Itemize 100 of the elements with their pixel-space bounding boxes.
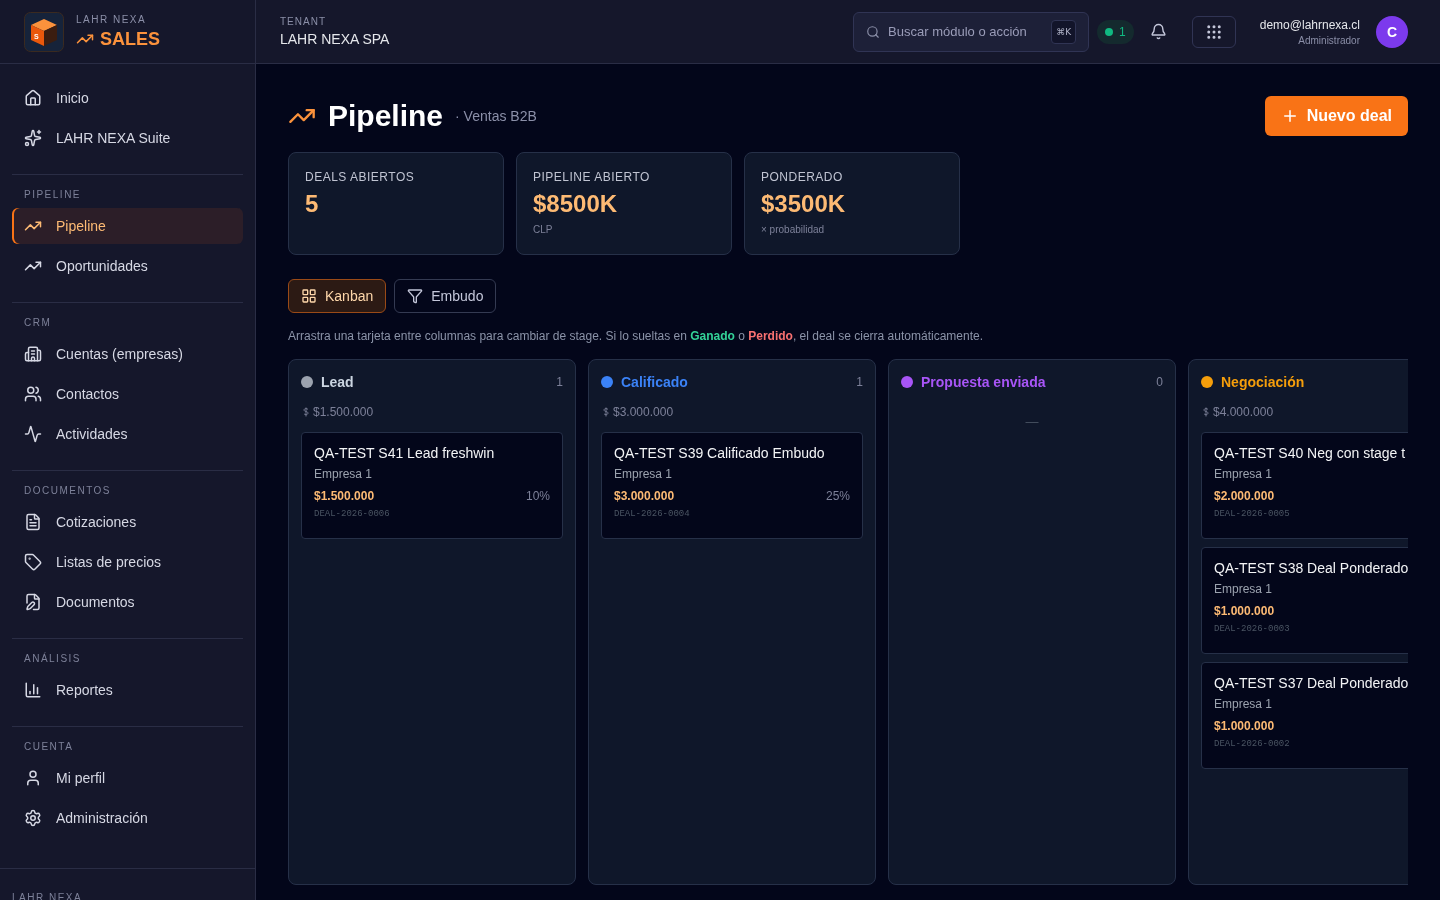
sidebar-item[interactable]: Actividades — [12, 416, 243, 452]
deal-amount: $3.000.000 — [614, 489, 675, 503]
section-title: PIPELINE — [23, 189, 83, 200]
deal-title: QA-TEST S38 Deal Ponderado — [1214, 560, 1408, 576]
stat-note: × probabilidad — [761, 224, 826, 235]
sidebar-item[interactable]: Mi perfil — [12, 760, 243, 796]
deal-amount: $1.000.000 — [1214, 604, 1275, 618]
sidebar-item[interactable]: Reportes — [12, 672, 243, 708]
user-email: demo@lahrnexa.cl — [1259, 17, 1360, 32]
stat-label: DEALS ABIERTOS — [305, 170, 416, 184]
deal-code: DEAL-2026-0006 — [314, 509, 391, 519]
grid-icon — [301, 288, 317, 304]
stat-value: $8500K — [533, 190, 619, 218]
settings-icon — [24, 809, 42, 827]
empty-column-text: — — [1025, 414, 1039, 430]
view-tab[interactable]: Kanban — [288, 279, 387, 313]
column-title: Propuesta enviada — [921, 374, 1047, 390]
stat-value: 5 — [305, 190, 320, 218]
deal-amount: $1.000.000 — [1214, 719, 1275, 733]
users-icon — [24, 385, 42, 403]
user-role: Administrador — [1298, 34, 1360, 46]
user-avatar[interactable]: C — [1376, 15, 1408, 48]
sidebar-item[interactable]: Cotizaciones — [12, 504, 243, 540]
column-title: Lead — [321, 374, 355, 390]
user-icon — [24, 769, 42, 787]
deal-card[interactable]: QA-TEST S39 Calificado Embudo Empresa 1 $3.000.000 25% DEAL-2026-0004 — [601, 432, 863, 539]
deal-code: DEAL-2026-0003 — [1214, 624, 1291, 634]
deal-card[interactable]: QA-TEST S38 Deal Ponderado Empresa 1 $1.000.000 DEAL-2026-0003 — [1201, 547, 1408, 654]
column-total: $1.500.000 — [313, 405, 374, 419]
filter-icon — [407, 288, 424, 304]
document-edit-icon — [24, 593, 42, 611]
column-count: 0 — [1156, 375, 1163, 389]
stat-label: PIPELINE ABIERTO — [533, 170, 651, 184]
search-field[interactable]: Buscar módulo o acción ⌘K — [853, 11, 1090, 52]
deal-title: QA-TEST S41 Lead freshwin — [314, 445, 496, 461]
deal-title: QA-TEST S39 Calificado Embudo — [614, 445, 826, 461]
home-icon — [24, 89, 42, 107]
sparkles-icon — [24, 129, 42, 147]
grid-dots-icon — [1204, 22, 1223, 41]
sidebar-item[interactable]: Listas de precios — [12, 544, 243, 580]
deal-company: Empresa 1 — [1214, 467, 1274, 481]
document-icon — [24, 513, 42, 531]
column-total: $3.000.000 — [613, 405, 674, 419]
page-title: Pipeline — [328, 99, 444, 133]
deal-code: DEAL-2026-0002 — [1214, 739, 1291, 749]
stat-label: PONDERADO — [761, 170, 844, 184]
apps-grid-button[interactable] — [1191, 15, 1236, 48]
product-name: SALES — [100, 28, 160, 50]
section-title: ANÁLISIS — [23, 653, 83, 664]
section-title: DOCUMENTOS — [23, 485, 113, 496]
deal-card[interactable]: QA-TEST S40 Neg con stage t Empresa 1 $2.000.000 DEAL-2026-0005 — [1201, 432, 1408, 539]
deal-title: QA-TEST S40 Neg con stage t — [1214, 445, 1407, 461]
dollar-icon — [1203, 407, 1209, 417]
search-input[interactable]: Buscar módulo o acción — [888, 24, 1044, 39]
sidebar-item[interactable]: Oportunidades — [12, 248, 243, 284]
deal-company: Empresa 1 — [314, 467, 374, 481]
deal-amount: $2.000.000 — [1214, 489, 1275, 503]
deal-company: Empresa 1 — [1214, 697, 1274, 711]
deal-card[interactable]: QA-TEST S37 Deal Ponderado Empresa 1 $1.000.000 DEAL-2026-0002 — [1201, 662, 1408, 769]
activity-icon — [24, 425, 42, 443]
deal-probability: 25% — [825, 489, 850, 503]
tenant-name: LAHR NEXA SPA — [280, 31, 391, 47]
stat-note: CLP — [533, 224, 554, 235]
shortcut-key: ⌘K — [1051, 19, 1077, 44]
sidebar-item[interactable]: Cuentas (empresas) — [12, 336, 243, 372]
deal-company: Empresa 1 — [1214, 582, 1274, 596]
column-title: Calificado — [621, 374, 689, 390]
hint-text: Arrastra una tarjeta entre columnas para cambiar de stage. Si lo sueltas en Ganado o Perdido, el deal se cierra automáticamente. — [288, 329, 984, 343]
bell-icon — [1150, 23, 1168, 40]
status-badge: 1 — [1097, 19, 1134, 44]
sidebar-item[interactable]: Inicio — [12, 80, 243, 116]
section-title: CRM — [23, 317, 53, 328]
page-subtitle: · Ventas B2B — [455, 108, 538, 124]
column-count: 1 — [856, 375, 863, 389]
dollar-icon — [603, 407, 609, 417]
deal-company: Empresa 1 — [614, 467, 674, 481]
tenant-label: TENANT — [280, 16, 327, 27]
column-title: Negociación — [1221, 374, 1306, 390]
section-title: CUENTA — [23, 741, 75, 752]
bar-chart-icon — [24, 681, 42, 699]
deal-code: DEAL-2026-0004 — [614, 509, 691, 519]
sidebar-item[interactable]: Documentos — [12, 584, 243, 620]
stat-value: $3500K — [761, 190, 847, 218]
sidebar-item[interactable]: Administración — [12, 800, 243, 836]
deal-amount: $1.500.000 — [314, 489, 375, 503]
column-count: 1 — [556, 375, 563, 389]
dollar-icon — [303, 407, 309, 417]
view-tab[interactable]: Embudo — [394, 279, 497, 313]
deal-code: DEAL-2026-0005 — [1214, 509, 1291, 519]
search-icon — [866, 24, 881, 39]
tag-icon — [24, 553, 42, 571]
sidebar-item[interactable]: Pipeline — [12, 208, 243, 244]
building-icon — [24, 345, 42, 363]
sidebar-item[interactable]: LAHR NEXA Suite — [12, 120, 243, 156]
deal-card[interactable]: QA-TEST S41 Lead freshwin Empresa 1 $1.500.000 10% DEAL-2026-0006 — [301, 432, 563, 539]
deal-title: QA-TEST S37 Deal Ponderado — [1214, 675, 1408, 691]
sidebar-item[interactable]: Contactos — [12, 376, 243, 412]
column-total: $4.000.000 — [1213, 405, 1274, 419]
company-name: LAHR NEXA — [76, 13, 148, 25]
deal-probability: 10% — [525, 489, 550, 503]
